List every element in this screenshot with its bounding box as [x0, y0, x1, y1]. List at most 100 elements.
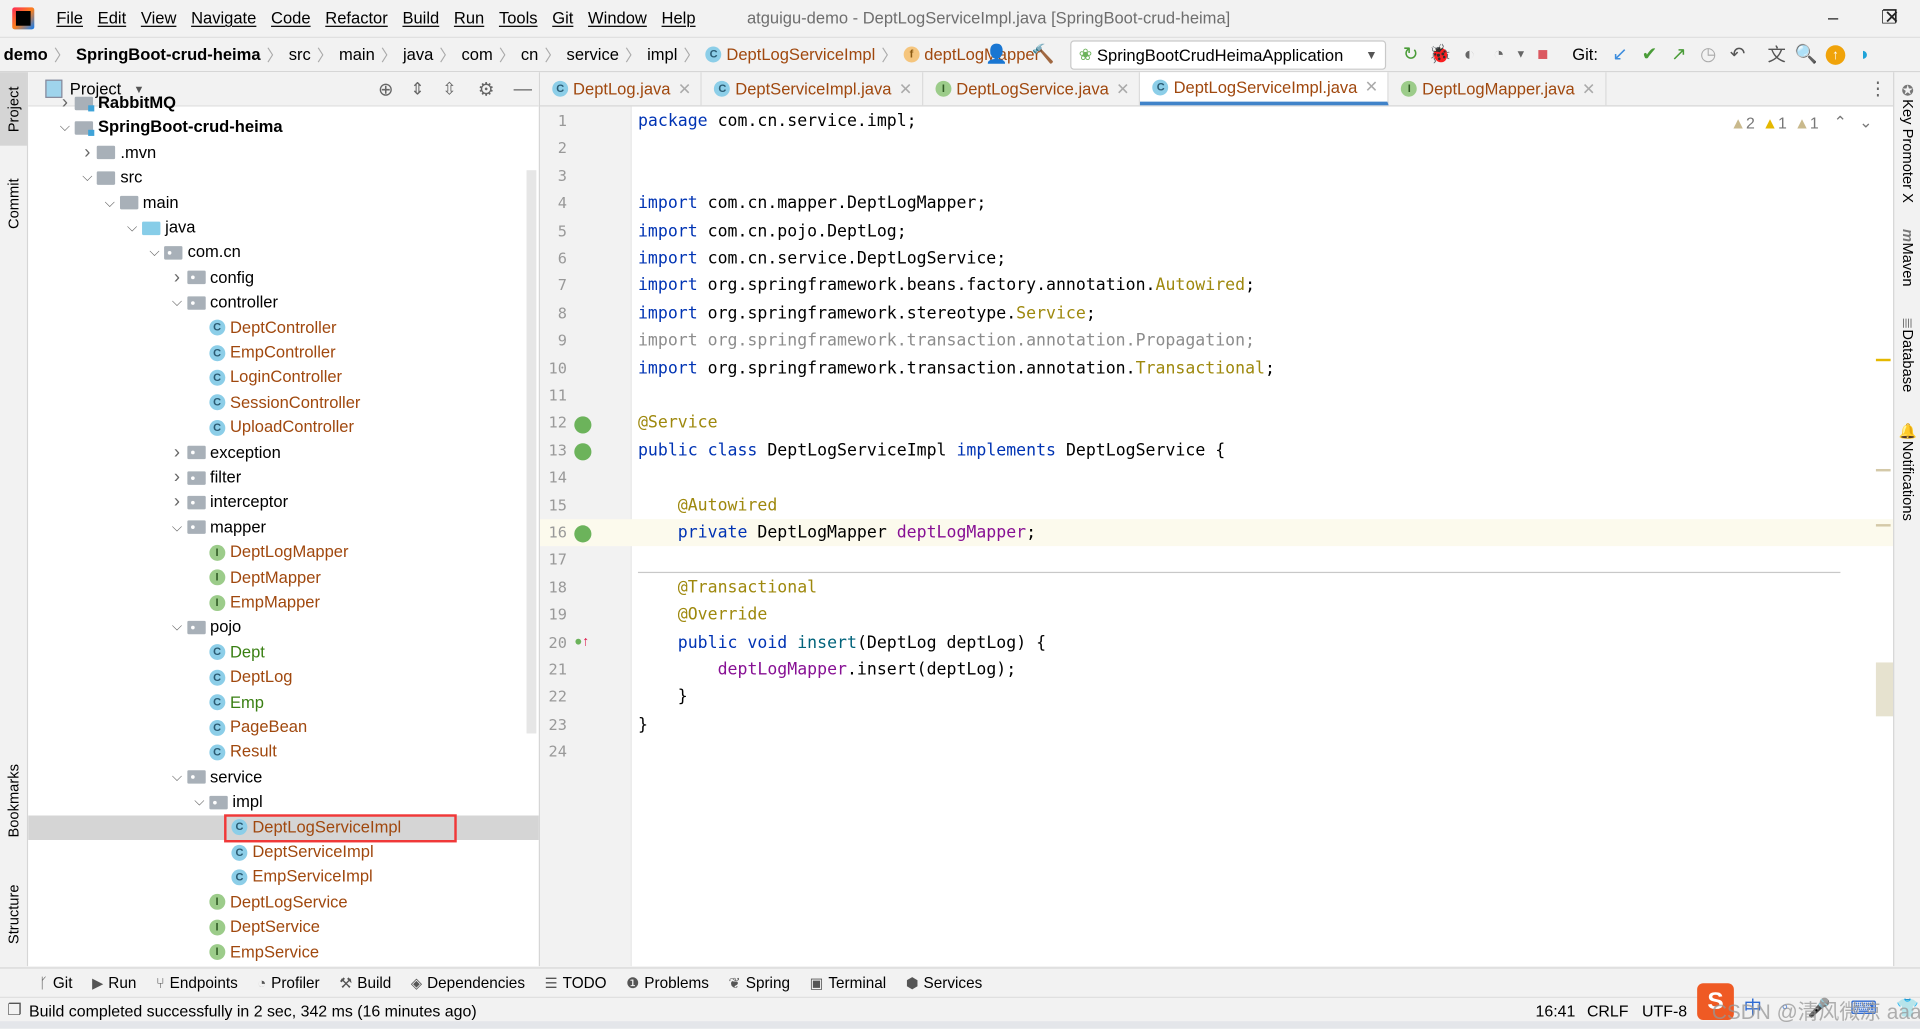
breadcrumb-item[interactable]: impl: [643, 45, 681, 63]
tree-item[interactable]: C SessionController: [28, 390, 539, 414]
previous-highlight-icon[interactable]: ⌃: [1833, 113, 1846, 133]
tool-tab-project[interactable]: Project: [0, 72, 27, 146]
chevron-right-icon[interactable]: ›: [167, 440, 187, 464]
tree-item[interactable]: I EmpMapper: [28, 590, 539, 614]
menu-window[interactable]: Window: [581, 0, 654, 37]
tree-item[interactable]: ⌵ service: [28, 765, 539, 789]
tree-item[interactable]: ⌵ controller: [28, 290, 539, 314]
tool-tab-notifications[interactable]: 🔔 Notifications: [1894, 422, 1920, 538]
tree-item[interactable]: C UploadController: [28, 415, 539, 439]
profile-icon[interactable]: ◔: [1484, 43, 1513, 64]
chevron-right-icon[interactable]: ›: [167, 490, 187, 514]
status-message[interactable]: Build completed successfully in 2 sec, 3…: [29, 1001, 477, 1019]
tree-item[interactable]: C DeptLog: [28, 665, 539, 689]
chevron-down-icon[interactable]: ⌵: [190, 790, 210, 814]
file-encoding[interactable]: UTF-8: [1642, 1001, 1687, 1019]
close-icon[interactable]: ✕: [678, 79, 691, 99]
debug-icon[interactable]: 🐞: [1425, 43, 1454, 65]
tool-window-build[interactable]: ⚒ Build: [339, 975, 391, 992]
tree-item[interactable]: C EmpController: [28, 340, 539, 364]
tool-window-problems[interactable]: ❶ Problems: [626, 975, 709, 992]
next-highlight-icon[interactable]: ⌄: [1859, 113, 1872, 133]
tree-item[interactable]: › config: [28, 265, 539, 289]
close-button[interactable]: ✕: [1864, 0, 1920, 37]
chevron-down-icon[interactable]: ⌵: [167, 615, 187, 639]
close-icon[interactable]: ✕: [899, 79, 912, 99]
tool-window-profiler[interactable]: ◔ Profiler: [257, 975, 319, 992]
menu-run[interactable]: Run: [447, 0, 492, 37]
tool-tab-bookmarks[interactable]: Bookmarks: [0, 752, 27, 850]
tree-item[interactable]: I EmpService: [28, 940, 539, 964]
breadcrumb-item[interactable]: cn: [517, 45, 542, 63]
tool-window-endpoints[interactable]: ⑂ Endpoints: [156, 975, 238, 992]
tree-item[interactable]: C DeptServiceImpl: [28, 840, 539, 864]
tool-tab-maven[interactable]: m Maven: [1894, 229, 1920, 302]
rerun-icon[interactable]: ↻: [1396, 43, 1425, 65]
menu-file[interactable]: File: [49, 0, 90, 37]
tool-window-spring[interactable]: ❦ Spring: [729, 975, 790, 992]
breadcrumb-item[interactable]: C DeptLogServiceImpl: [702, 45, 879, 64]
git-commit-icon[interactable]: ✔: [1635, 43, 1664, 65]
tab-deptlogserviceimpl[interactable]: C DeptLogServiceImpl.java ✕: [1140, 72, 1390, 106]
chevron-down-icon[interactable]: ⌵: [100, 191, 120, 215]
menu-tools[interactable]: Tools: [492, 0, 545, 37]
tree-item[interactable]: C EmpServiceImpl: [28, 865, 539, 889]
menu-git[interactable]: Git: [545, 0, 581, 37]
menu-help[interactable]: Help: [654, 0, 703, 37]
chevron-down-icon[interactable]: ⌵: [122, 216, 142, 240]
tree-item[interactable]: C LoginController: [28, 365, 539, 389]
update-icon[interactable]: ↑: [1821, 43, 1850, 65]
tree-item[interactable]: ⌵ pojo: [28, 615, 539, 639]
tree-item[interactable]: ⌵ main: [28, 191, 539, 215]
editor-scrollbar-thumb[interactable]: [1875, 662, 1894, 717]
user-icon[interactable]: 👤: [982, 43, 1011, 65]
chevron-right-icon[interactable]: ›: [167, 265, 187, 289]
tree-item[interactable]: ⌵ com.cn: [28, 240, 539, 264]
tool-window-todo[interactable]: ☰ TODO: [545, 975, 607, 992]
tree-scrollbar[interactable]: [526, 170, 537, 734]
tree-item[interactable]: C Dept: [28, 640, 539, 664]
tool-window-dependencies[interactable]: ◈ Dependencies: [411, 975, 525, 992]
chevron-right-icon[interactable]: ›: [78, 141, 98, 165]
tab-deptlogservice[interactable]: I DeptLogService.java ✕: [923, 72, 1141, 106]
coverage-icon[interactable]: ◐: [1455, 43, 1484, 64]
menu-refactor[interactable]: Refactor: [318, 0, 395, 37]
close-icon[interactable]: ✕: [1365, 77, 1378, 97]
tree-item[interactable]: C Result: [28, 740, 539, 764]
chevron-down-icon[interactable]: ⌵: [167, 290, 187, 314]
tree-item[interactable]: ⌵ SpringBoot-crud-heima: [28, 116, 539, 140]
more-tabs-icon[interactable]: ⋮: [1869, 77, 1887, 99]
tree-item[interactable]: I DeptService: [28, 915, 539, 939]
line-separator[interactable]: CRLF: [1587, 1001, 1629, 1019]
git-push-icon[interactable]: ↗: [1664, 43, 1693, 65]
menu-view[interactable]: View: [134, 0, 184, 37]
tree-item[interactable]: C DeptController: [28, 315, 539, 339]
chevron-right-icon[interactable]: ›: [55, 91, 75, 115]
chevron-right-icon[interactable]: ›: [167, 465, 187, 489]
tree-item[interactable]: I DeptLogService: [28, 890, 539, 914]
tree-item[interactable]: I DeptMapper: [28, 565, 539, 589]
tool-window-run[interactable]: ▶ Run: [92, 975, 136, 992]
close-icon[interactable]: ✕: [1116, 79, 1129, 99]
chevron-down-icon[interactable]: ⌵: [167, 765, 187, 789]
breadcrumb-item[interactable]: demo: [0, 45, 51, 63]
search-icon[interactable]: 🔍: [1791, 43, 1820, 65]
tab-deptlog[interactable]: C DeptLog.java ✕: [540, 72, 703, 106]
tree-item[interactable]: ⌵ mapper: [28, 515, 539, 539]
menu-navigate[interactable]: Navigate: [184, 0, 264, 37]
tree-item[interactable]: C Emp: [28, 690, 539, 714]
close-icon[interactable]: ✕: [1582, 79, 1595, 99]
tree-item[interactable]: ⌵ impl: [28, 790, 539, 814]
tree-item[interactable]: I DeptLogMapper: [28, 540, 539, 564]
breadcrumb-item[interactable]: com: [458, 45, 497, 63]
build-hammer-icon[interactable]: 🔨: [1029, 43, 1058, 65]
chevron-down-icon[interactable]: ⌵: [78, 166, 98, 190]
weak-warning-marker[interactable]: [1875, 524, 1891, 527]
spring-bean-gutter-icon[interactable]: [574, 443, 592, 461]
breadcrumb-item[interactable]: main: [335, 45, 378, 63]
menu-build[interactable]: Build: [395, 0, 446, 37]
tool-window-terminal[interactable]: ▣ Terminal: [810, 975, 887, 992]
tool-tab-database[interactable]: ≣ Database: [1894, 317, 1920, 409]
breadcrumb-item[interactable]: java: [399, 45, 437, 63]
spring-bean-gutter-icon[interactable]: [574, 416, 592, 434]
